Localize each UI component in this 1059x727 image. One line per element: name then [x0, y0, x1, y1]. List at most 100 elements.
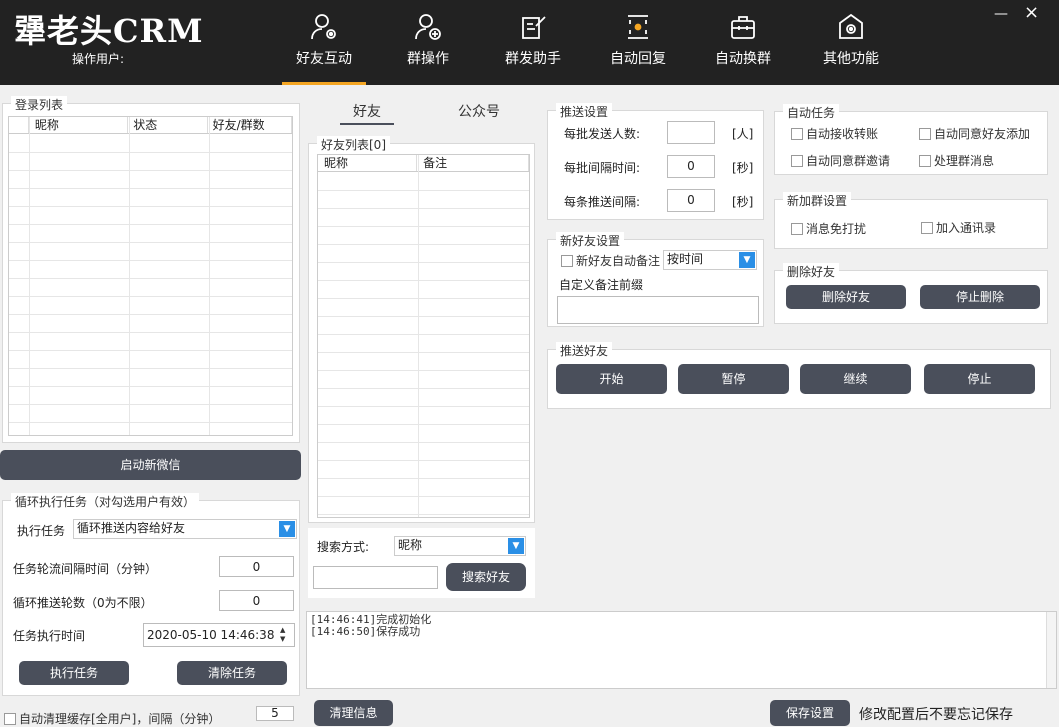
- friend-list-group: 好友列表[0] 昵称 备注: [308, 136, 535, 523]
- login-grid[interactable]: 昵称 状态 好友/群数: [8, 116, 293, 436]
- auto-remark-checkbox[interactable]: 新好友自动备注: [561, 252, 660, 269]
- push-friend-title: 推送好友: [556, 342, 613, 359]
- auto-cleanup-checkbox[interactable]: 自动清理缓存[全用户]，间隔（分钟）: [4, 710, 220, 727]
- auto-accept-group-invite-checkbox[interactable]: 自动同意群邀请: [791, 152, 890, 169]
- remark-prefix-label: 自定义备注前缀: [559, 278, 644, 292]
- item-interval-unit: [秒]: [732, 195, 754, 209]
- handle-group-message-checkbox[interactable]: 处理群消息: [919, 152, 994, 169]
- push-settings-group: 推送设置 每批发送人数: [人] 每批间隔时间: 0 [秒] 每条推送间隔: 0…: [547, 103, 764, 220]
- search-input[interactable]: [313, 566, 438, 589]
- new-friend-group: 新好友设置 新好友自动备注 按时间 ▼ 自定义备注前缀: [547, 232, 764, 327]
- search-mode-label: 搜索方式:: [317, 540, 370, 554]
- friend-grid[interactable]: 昵称 备注: [317, 154, 530, 518]
- execute-task-button[interactable]: 执行任务: [19, 661, 129, 685]
- push-settings-title: 推送设置: [556, 103, 613, 120]
- time-input[interactable]: 2020-05-10 14:46:38 ▲ ▼: [143, 623, 295, 647]
- rounds-input[interactable]: 0: [219, 590, 294, 611]
- time-label: 任务执行时间: [13, 629, 86, 643]
- task-label: 执行任务: [17, 524, 66, 538]
- push-friend-group: 推送好友 开始 暂停 继续 停止: [547, 342, 1051, 409]
- edit-doc-icon: [518, 12, 548, 42]
- briefcase-icon: [728, 12, 758, 42]
- log-scrollbar[interactable]: [1046, 612, 1056, 688]
- friend-grid-header: 昵称 备注: [318, 155, 529, 172]
- continue-push-button[interactable]: 继续: [800, 364, 911, 394]
- login-list-group: 登录列表 昵称 状态 好友/群数: [2, 96, 300, 443]
- app-title: 犟老头CRM: [14, 12, 204, 50]
- col-remark: 备注: [417, 155, 529, 171]
- log-line: [14:46:50]保存成功: [310, 625, 421, 638]
- col-friend-group-count: 好友/群数: [208, 117, 292, 133]
- batch-count-input[interactable]: [667, 121, 715, 144]
- nav-label: 自动回复: [610, 51, 666, 67]
- auto-task-title: 自动任务: [783, 104, 840, 121]
- start-new-wechat-button[interactable]: 启动新微信: [0, 450, 301, 480]
- item-interval-input[interactable]: 0: [667, 189, 715, 212]
- mute-messages-checkbox[interactable]: 消息免打扰: [791, 220, 866, 237]
- search-mode-select[interactable]: 昵称 ▼: [394, 536, 526, 556]
- loop-task-group: 循环执行任务（对勾选用户有效） 执行任务 循环推送内容给好友 ▼ 任务轮流间隔时…: [2, 493, 300, 696]
- remark-prefix-input[interactable]: [557, 296, 759, 324]
- auto-accept-transfer-checkbox[interactable]: 自动接收转账: [791, 125, 878, 142]
- col-status: 状态: [128, 117, 208, 133]
- new-group-settings-title: 新加群设置: [783, 192, 852, 209]
- batch-interval-input[interactable]: 0: [667, 155, 715, 178]
- interval-input[interactable]: 0: [219, 556, 294, 577]
- close-icon[interactable]: ×: [1024, 2, 1039, 23]
- gear-house-icon: [836, 12, 866, 42]
- header-bar: 犟老头CRM 操作用户: 好友互动 群操作 群发助手 自动回复 自动换群 其他功…: [0, 0, 1059, 85]
- new-group-settings-group: 新加群设置 消息免打扰 加入通讯录: [774, 192, 1048, 249]
- auto-accept-friend-checkbox[interactable]: 自动同意好友添加: [919, 125, 1030, 142]
- loop-task-title: 循环执行任务（对勾选用户有效）: [11, 493, 200, 510]
- item-interval-label: 每条推送间隔:: [564, 195, 641, 209]
- nav-label: 其他功能: [823, 51, 879, 67]
- start-push-button[interactable]: 开始: [556, 364, 667, 394]
- batch-count-label: 每批发送人数:: [564, 127, 641, 141]
- nav-label: 群发助手: [505, 51, 561, 67]
- nav-label: 好友互动: [296, 51, 352, 67]
- delete-friend-group: 删除好友 删除好友 停止删除: [774, 263, 1048, 324]
- login-list-title: 登录列表: [11, 96, 68, 113]
- delete-friend-button[interactable]: 删除好友: [786, 285, 906, 309]
- clear-log-button[interactable]: 清理信息: [314, 700, 393, 726]
- col-nickname: 昵称: [318, 155, 418, 171]
- nav-label: 自动换群: [715, 51, 771, 67]
- minimize-icon[interactable]: —: [994, 6, 1008, 22]
- rounds-label: 循环推送轮数（0为不限）: [13, 596, 153, 610]
- clear-task-button[interactable]: 清除任务: [177, 661, 287, 685]
- nav-friend-interaction[interactable]: 好友互动: [282, 12, 366, 85]
- nav-auto-reply[interactable]: 自动回复: [598, 12, 678, 85]
- operator-label: 操作用户:: [72, 52, 125, 66]
- chevron-down-icon: ▼: [279, 521, 295, 537]
- nav-group-ops[interactable]: 群操作: [388, 12, 468, 85]
- delete-friend-title: 删除好友: [783, 263, 840, 280]
- remark-mode-select[interactable]: 按时间 ▼: [663, 250, 757, 270]
- chevron-down-icon: ▼: [508, 538, 524, 554]
- new-friend-title: 新好友设置: [556, 232, 625, 249]
- auto-reply-icon: [623, 12, 653, 42]
- friend-list-title: 好友列表[0]: [317, 136, 390, 153]
- batch-interval-unit: [秒]: [732, 161, 754, 175]
- pause-push-button[interactable]: 暂停: [678, 364, 789, 394]
- add-to-contacts-checkbox[interactable]: 加入通讯录: [921, 219, 996, 236]
- stop-delete-button[interactable]: 停止删除: [920, 285, 1040, 309]
- save-hint: 修改配置后不要忘记保存: [859, 707, 1013, 723]
- save-settings-button[interactable]: 保存设置: [770, 700, 850, 726]
- cleanup-interval-input[interactable]: 5: [256, 706, 294, 721]
- nav-other-functions[interactable]: 其他功能: [811, 12, 891, 85]
- tab-friends[interactable]: 好友: [340, 101, 394, 125]
- nav-auto-switch-group[interactable]: 自动换群: [703, 12, 783, 85]
- auto-task-group: 自动任务 自动接收转账 自动同意好友添加 自动同意群邀请 处理群消息: [774, 104, 1048, 175]
- task-select[interactable]: 循环推送内容给好友 ▼: [73, 519, 297, 539]
- nav-mass-send[interactable]: 群发助手: [493, 12, 573, 85]
- batch-count-unit: [人]: [732, 127, 754, 141]
- stop-push-button[interactable]: 停止: [924, 364, 1035, 394]
- spinner-icon[interactable]: ▲ ▼: [280, 626, 292, 644]
- nav-label: 群操作: [407, 51, 449, 67]
- tab-official-accounts[interactable]: 公众号: [448, 101, 510, 121]
- col-nickname: 昵称: [29, 117, 129, 133]
- batch-interval-label: 每批间隔时间:: [564, 161, 641, 175]
- log-textarea[interactable]: [14:46:41]完成初始化 [14:46:50]保存成功: [306, 611, 1057, 689]
- user-plus-icon: [413, 12, 443, 42]
- search-friend-button[interactable]: 搜索好友: [446, 563, 526, 591]
